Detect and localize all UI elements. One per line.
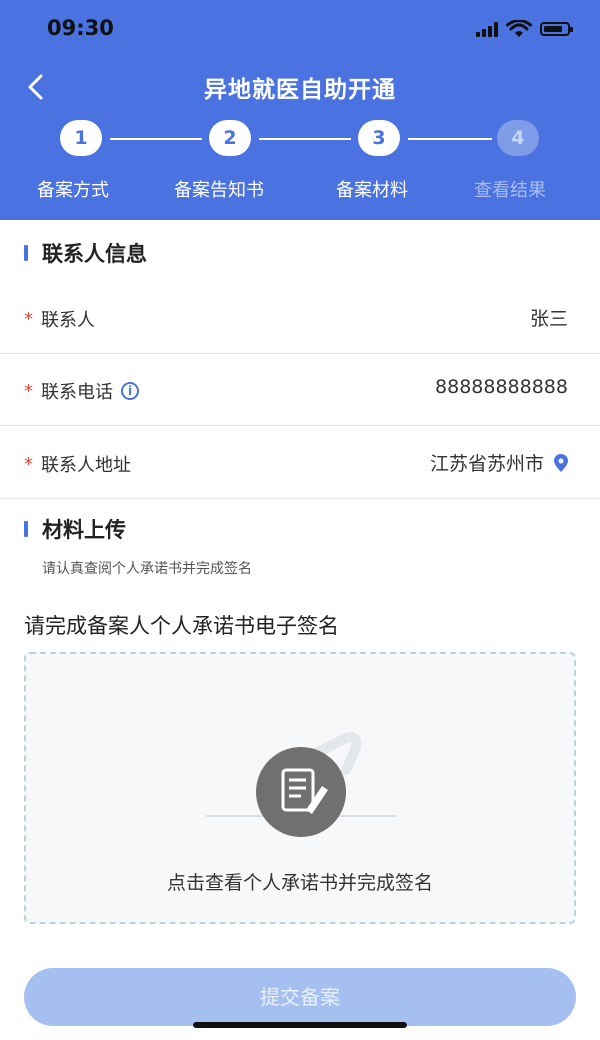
contact-name-row[interactable]: * 联系人 张三 <box>0 282 600 354</box>
contact-name-value[interactable]: 张三 <box>530 304 568 331</box>
contact-address-row[interactable]: * 联系人地址 江苏省苏州市 <box>0 427 600 499</box>
section-marker <box>24 521 28 537</box>
required-mark: * <box>24 308 33 330</box>
required-mark: * <box>24 380 33 402</box>
contact-address-label-text: 联系人地址 <box>41 455 131 476</box>
contact-phone-label: * 联系电话 i <box>24 378 139 404</box>
status-bar: 09:30 <box>0 0 600 62</box>
info-icon[interactable]: i <box>121 382 139 400</box>
sign-caption: 点击查看个人承诺书并完成签名 <box>166 872 433 894</box>
contact-phone-label-text: 联系电话 <box>41 382 113 403</box>
step-2-label: 备案告知书 <box>174 180 264 201</box>
stepper: 1 2 3 4 <box>0 120 600 160</box>
contact-address-value[interactable]: 江苏省苏州市 <box>430 449 568 476</box>
material-section-title: 材料上传 <box>24 514 126 544</box>
contact-name-label-text: 联系人 <box>41 310 95 331</box>
signature-upload-area[interactable]: 点击查看个人承诺书并完成签名 <box>24 652 576 924</box>
section-marker <box>24 245 28 261</box>
battery-icon <box>540 22 573 36</box>
page-title: 异地就医自助开通 <box>204 77 396 103</box>
step-1-label: 备案方式 <box>37 180 109 201</box>
step-3-circle: 3 <box>358 120 400 156</box>
signal-icon <box>476 21 498 37</box>
home-indicator <box>193 1022 407 1028</box>
contact-phone-row[interactable]: * 联系电话 i 88888888888 <box>0 354 600 426</box>
contact-section-title: 联系人信息 <box>24 238 147 268</box>
contact-address-label: * 联系人地址 <box>24 451 131 477</box>
step-labels: 备案方式 备案告知书 备案材料 查看结果 <box>0 176 600 202</box>
step-4-circle: 4 <box>497 120 539 156</box>
header: 09:30 异地就医自助开通 1 2 3 4 备案方式 备案告知书 备案材料 查… <box>0 0 600 220</box>
step-connector <box>259 138 351 140</box>
contact-address-value-text: 江苏省苏州市 <box>429 453 544 475</box>
submit-button[interactable]: 提交备案 <box>24 968 576 1026</box>
material-section-title-text: 材料上传 <box>42 518 126 542</box>
step-3-label: 备案材料 <box>336 180 408 201</box>
sign-title: 请完成备案人个人承诺书电子签名 <box>24 614 339 638</box>
required-mark: * <box>24 453 33 475</box>
contact-phone-value-text: 88888888888 <box>435 376 568 398</box>
document-sign-icon <box>206 732 396 837</box>
step-2-circle: 2 <box>209 120 251 156</box>
step-connector <box>408 138 492 140</box>
material-hint: 请认真查阅个人承诺书并完成签名 <box>42 561 252 577</box>
location-pin-icon[interactable] <box>554 453 568 472</box>
contact-section-title-text: 联系人信息 <box>42 242 147 266</box>
contact-phone-value[interactable]: 88888888888 <box>435 376 568 398</box>
contact-name-label: * 联系人 <box>24 306 95 332</box>
step-1-circle: 1 <box>60 120 102 156</box>
step-connector <box>110 138 202 140</box>
status-time: 09:30 <box>47 16 114 40</box>
wifi-icon <box>506 20 532 37</box>
step-4-label: 查看结果 <box>474 180 546 201</box>
contact-name-value-text: 张三 <box>529 308 568 330</box>
status-icons <box>476 20 573 38</box>
